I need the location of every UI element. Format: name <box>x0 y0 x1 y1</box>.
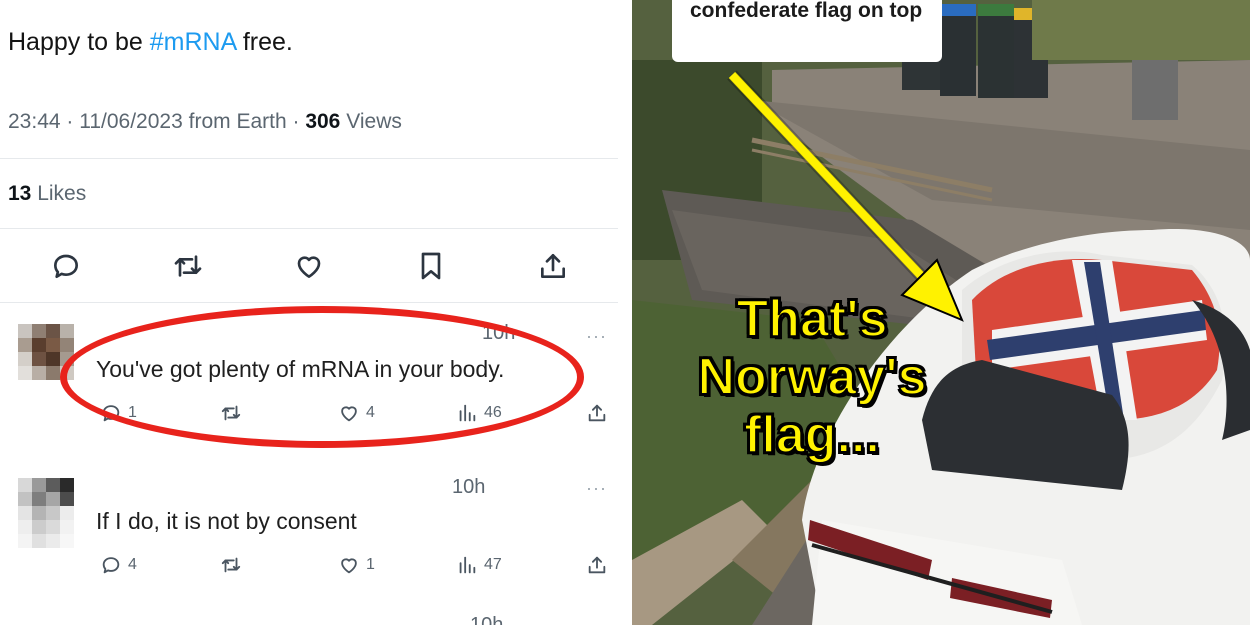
share-button[interactable] <box>535 248 571 284</box>
likes-count: 13 <box>8 182 32 205</box>
overlay-caption: That's Norway's flag... <box>696 289 927 465</box>
share-icon <box>588 556 606 574</box>
reply-button[interactable] <box>48 248 84 284</box>
reply-retweet-button[interactable] <box>220 554 242 576</box>
likes-label: Likes <box>37 182 87 205</box>
reply-icon <box>102 405 120 422</box>
views-label: Views <box>346 110 402 133</box>
reply-time: 10h <box>452 476 486 498</box>
reply-text: You've got plenty of mRNA in your body. <box>96 356 505 382</box>
reply-time: 10h <box>482 322 516 344</box>
retweet-icon <box>221 405 241 421</box>
reply-text: If I do, it is not by consent <box>96 508 357 534</box>
like-icon <box>297 256 321 278</box>
views-icon <box>459 404 476 422</box>
views-count: 47 <box>484 556 502 573</box>
like-count: 4 <box>366 404 375 421</box>
share-icon <box>541 254 565 278</box>
like-icon <box>341 406 357 422</box>
reply-views[interactable]: 46 <box>456 402 502 424</box>
reply-views[interactable]: 47 <box>456 554 502 576</box>
retweet-icon <box>221 557 241 573</box>
hashtag-link[interactable]: #mRNA <box>150 28 236 56</box>
views-icon <box>459 556 476 574</box>
bookmark-icon <box>421 252 441 280</box>
tweet-source: from Earth <box>188 110 287 133</box>
like-count: 1 <box>366 556 375 573</box>
tweet-date[interactable]: 11/06/2023 <box>79 110 183 133</box>
reply-icon <box>102 557 120 574</box>
reply-like-button[interactable]: 1 <box>338 554 375 576</box>
bookmark-button[interactable] <box>413 248 449 284</box>
reply-icon <box>54 254 78 278</box>
divider <box>0 302 618 303</box>
reply-share-button[interactable] <box>586 402 608 424</box>
photo-panel: confederate flag on top That's Norway's … <box>632 0 1250 625</box>
tweet-time[interactable]: 23:44 <box>8 110 61 133</box>
tweet-text-suffix: free. <box>235 28 293 56</box>
reply-count: 1 <box>128 404 137 421</box>
reply-like-button[interactable]: 4 <box>338 402 375 424</box>
panel-divider <box>618 0 632 625</box>
views-count: 306 <box>305 110 341 133</box>
like-button[interactable] <box>291 248 327 284</box>
share-icon <box>588 404 606 422</box>
more-icon[interactable]: ··· <box>586 478 607 499</box>
reply-share-button[interactable] <box>586 554 608 576</box>
tweet-meta: 23:44 · 11/06/2023 from Earth · 306 View… <box>8 110 402 133</box>
more-icon[interactable]: ··· <box>586 326 607 347</box>
like-icon <box>341 558 357 574</box>
likes-summary[interactable]: 13 Likes <box>8 182 86 206</box>
reply-time: 10h <box>470 614 504 625</box>
retweet-button[interactable] <box>170 248 206 284</box>
reply-reply-button[interactable]: 1 <box>100 402 137 424</box>
avatar[interactable] <box>18 324 80 386</box>
divider <box>0 228 618 229</box>
retweet-icon <box>174 255 202 277</box>
reply-retweet-button[interactable] <box>220 402 242 424</box>
reply-reply-button[interactable]: 4 <box>100 554 137 576</box>
reply-count: 4 <box>128 556 137 573</box>
views-count: 46 <box>484 404 502 421</box>
avatar[interactable] <box>18 478 80 550</box>
tweet-text: Happy to be #mRNA free. <box>8 28 293 57</box>
video-caption: confederate flag on top <box>672 0 942 62</box>
tweet-screenshot-panel: Happy to be #mRNA free. 23:44 · 11/06/20… <box>0 0 618 625</box>
divider <box>0 158 618 159</box>
tweet-text-prefix: Happy to be <box>8 28 150 56</box>
